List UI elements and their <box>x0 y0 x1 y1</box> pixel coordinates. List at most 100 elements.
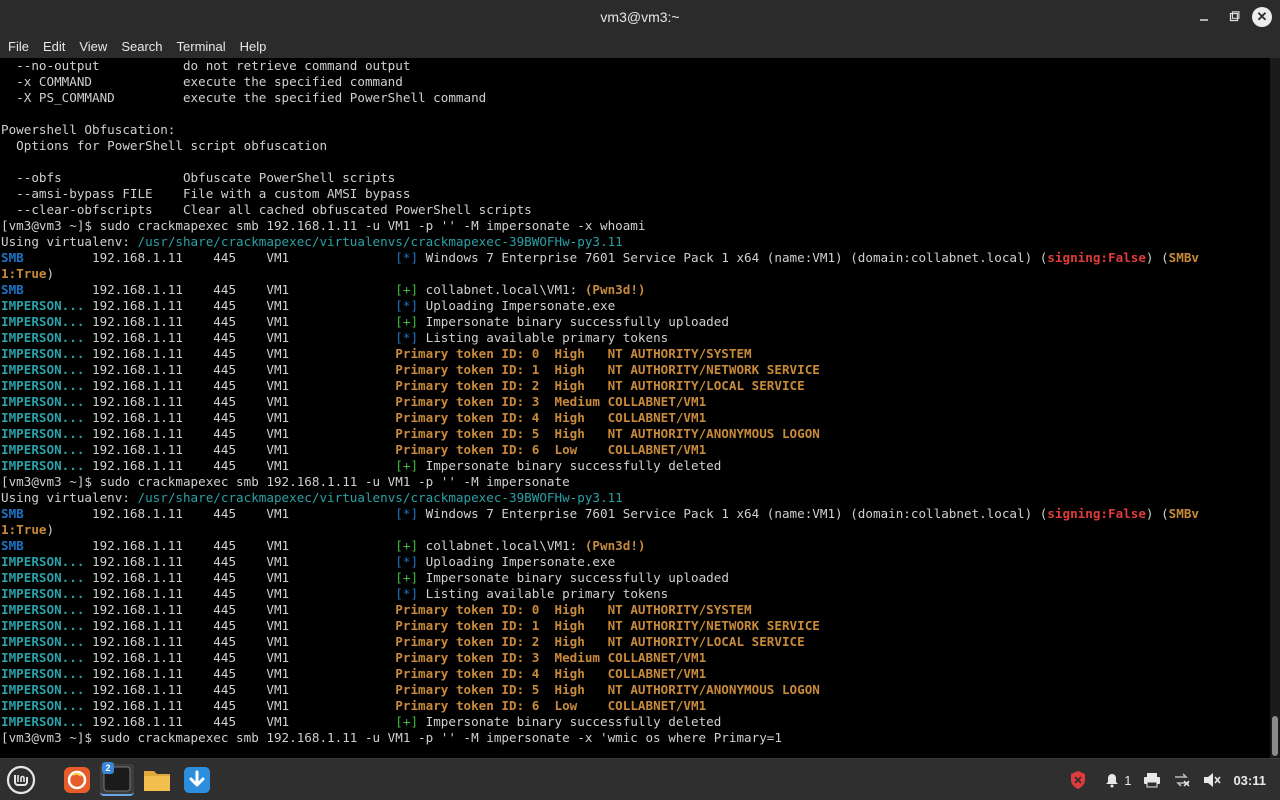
terminal-text: -x COMMAND execute the specified command <box>1 74 403 89</box>
terminal-text: 192.168.1.11 445 VM1 <box>84 618 396 633</box>
printer-icon <box>1144 773 1161 788</box>
window-controls: ✕ <box>1192 0 1272 34</box>
menu-bar: File Edit View Search Terminal Help <box>0 34 1280 58</box>
terminal-taskbar-button[interactable]: 2 <box>100 762 134 796</box>
terminal-text: --obfs Obfuscate PowerShell scripts <box>1 170 396 185</box>
terminal-line: -X PS_COMMAND execute the specified Powe… <box>1 90 1270 106</box>
notifications-tray-button[interactable]: 1 <box>1104 772 1131 788</box>
terminal-line: IMPERSON... 192.168.1.11 445 VM1 Primary… <box>1 682 1270 698</box>
notification-count: 1 <box>1124 772 1132 788</box>
terminal-line: IMPERSON... 192.168.1.11 445 VM1 [*] Lis… <box>1 330 1270 346</box>
terminal-text: Primary token ID: 1 High NT AUTHORITY/NE… <box>395 362 820 377</box>
terminal-text: --amsi-bypass FILE File with a custom AM… <box>1 186 411 201</box>
terminal-line: IMPERSON... 192.168.1.11 445 VM1 Primary… <box>1 378 1270 394</box>
terminal-text: Impersonate binary successfully uploaded <box>418 314 729 329</box>
terminal-text: [+] <box>395 314 419 329</box>
terminal-text: IMPERSON... <box>1 634 85 649</box>
terminal-text: Windows 7 Enterprise 7601 Service Pack 1… <box>418 506 1048 521</box>
terminal-line: IMPERSON... 192.168.1.11 445 VM1 [+] Imp… <box>1 314 1270 330</box>
terminal-text: [+] <box>395 538 419 553</box>
terminal-text: Primary token ID: 3 Medium COLLABNET/VM1 <box>395 650 707 665</box>
volume-muted-icon <box>1204 773 1222 787</box>
system-tray: 1 03:11 <box>1056 759 1280 800</box>
terminal-text: [+] <box>395 458 419 473</box>
download-icon <box>184 767 210 793</box>
terminal-text: SMB <box>1 282 24 297</box>
menu-help[interactable]: Help <box>240 39 267 54</box>
window-count-badge: 2 <box>102 762 114 774</box>
terminal-line: IMPERSON... 192.168.1.11 445 VM1 Primary… <box>1 394 1270 410</box>
terminal-text: Primary token ID: 2 High NT AUTHORITY/LO… <box>395 634 805 649</box>
window-title: vm3@vm3:~ <box>600 9 680 25</box>
terminal-text: IMPERSON... <box>1 426 85 441</box>
minimize-button[interactable] <box>1192 5 1216 29</box>
terminal-text: IMPERSON... <box>1 554 85 569</box>
terminal-text: IMPERSON... <box>1 378 85 393</box>
terminal-text: 192.168.1.11 445 VM1 <box>84 442 396 457</box>
security-tray-button[interactable] <box>1068 770 1088 790</box>
terminal-text: 192.168.1.11 445 VM1 <box>84 570 396 585</box>
terminal-text: 192.168.1.11 445 VM1 <box>23 506 396 521</box>
terminal-text: 192.168.1.11 445 VM1 <box>84 330 396 345</box>
network-disconnected-icon <box>1175 773 1190 787</box>
firefox-icon <box>64 767 90 793</box>
terminal-text: IMPERSON... <box>1 458 85 473</box>
terminal-text: 192.168.1.11 445 VM1 <box>84 714 396 729</box>
terminal-text: ) <box>46 522 55 537</box>
terminal-line: IMPERSON... 192.168.1.11 445 VM1 Primary… <box>1 346 1270 362</box>
network-tray-button[interactable] <box>1173 772 1191 788</box>
terminal-text: collabnet.local\VM1: <box>418 282 585 297</box>
terminal-text: Primary token ID: 5 High NT AUTHORITY/AN… <box>395 682 820 697</box>
terminal-text: --no-output do not retrieve command outp… <box>1 58 411 73</box>
terminal-line: --amsi-bypass FILE File with a custom AM… <box>1 186 1270 202</box>
terminal-text: IMPERSON... <box>1 362 85 377</box>
terminal-text: IMPERSON... <box>1 330 85 345</box>
terminal-text: IMPERSON... <box>1 298 85 313</box>
terminal-text: SMB <box>1 538 24 553</box>
close-button[interactable]: ✕ <box>1252 7 1272 27</box>
maximize-button[interactable] <box>1222 5 1246 29</box>
terminal-text: /usr/share/crackmapexec/virtualenvs/crac… <box>137 234 623 249</box>
terminal-line: --obfs Obfuscate PowerShell scripts <box>1 170 1270 186</box>
terminal-text: collabnet.local\VM1: <box>418 538 585 553</box>
terminal-text: IMPERSON... <box>1 618 85 633</box>
terminal-text: 192.168.1.11 445 VM1 <box>84 682 396 697</box>
volume-tray-button[interactable] <box>1203 772 1222 788</box>
printer-tray-button[interactable] <box>1143 772 1161 788</box>
scrollbar-thumb[interactable] <box>1272 716 1278 756</box>
terminal-text: Impersonate binary successfully deleted <box>418 458 722 473</box>
terminal-line: IMPERSON... 192.168.1.11 445 VM1 Primary… <box>1 426 1270 442</box>
terminal-text: Options for PowerShell script obfuscatio… <box>1 138 328 153</box>
terminal-line: -x COMMAND execute the specified command <box>1 74 1270 90</box>
terminal-line: [vm3@vm3 ~]$ sudo crackmapexec smb 192.1… <box>1 218 1270 234</box>
terminal-text: Uploading Impersonate.exe <box>418 298 616 313</box>
terminal-text: Primary token ID: 5 High NT AUTHORITY/AN… <box>395 426 820 441</box>
window-titlebar[interactable]: vm3@vm3:~ ✕ <box>0 0 1280 34</box>
files-launcher[interactable] <box>140 764 174 796</box>
terminal-text: ) ( <box>1145 506 1169 521</box>
terminal-scrollbar[interactable] <box>1270 58 1280 758</box>
terminal-text: Primary token ID: 0 High NT AUTHORITY/SY… <box>395 346 752 361</box>
menu-view[interactable]: View <box>79 39 107 54</box>
menu-terminal[interactable]: Terminal <box>177 39 226 54</box>
firefox-launcher[interactable] <box>60 764 94 796</box>
terminal-text: [vm3@vm3 ~]$ sudo crackmapexec smb 192.1… <box>1 218 646 233</box>
update-manager-launcher[interactable] <box>180 764 214 796</box>
terminal-line: Using virtualenv: /usr/share/crackmapexe… <box>1 234 1270 250</box>
clock[interactable]: 03:11 <box>1233 773 1266 788</box>
menu-file[interactable]: File <box>8 39 29 54</box>
menu-search[interactable]: Search <box>121 39 162 54</box>
terminal-text: Primary token ID: 2 High NT AUTHORITY/LO… <box>395 378 805 393</box>
terminal-line: [vm3@vm3 ~]$ sudo crackmapexec smb 192.1… <box>1 474 1270 490</box>
terminal-line: IMPERSON... 192.168.1.11 445 VM1 Primary… <box>1 618 1270 634</box>
terminal-line: IMPERSON... 192.168.1.11 445 VM1 [+] Imp… <box>1 714 1270 730</box>
menu-edit[interactable]: Edit <box>43 39 65 54</box>
terminal-line: IMPERSON... 192.168.1.11 445 VM1 Primary… <box>1 442 1270 458</box>
terminal-output[interactable]: --no-output do not retrieve command outp… <box>0 58 1270 758</box>
terminal-text: [*] <box>395 506 419 521</box>
terminal-text: IMPERSON... <box>1 410 85 425</box>
start-menu-button[interactable] <box>4 764 38 796</box>
terminal-text: [*] <box>395 586 419 601</box>
terminal-text: 192.168.1.11 445 VM1 <box>84 602 396 617</box>
